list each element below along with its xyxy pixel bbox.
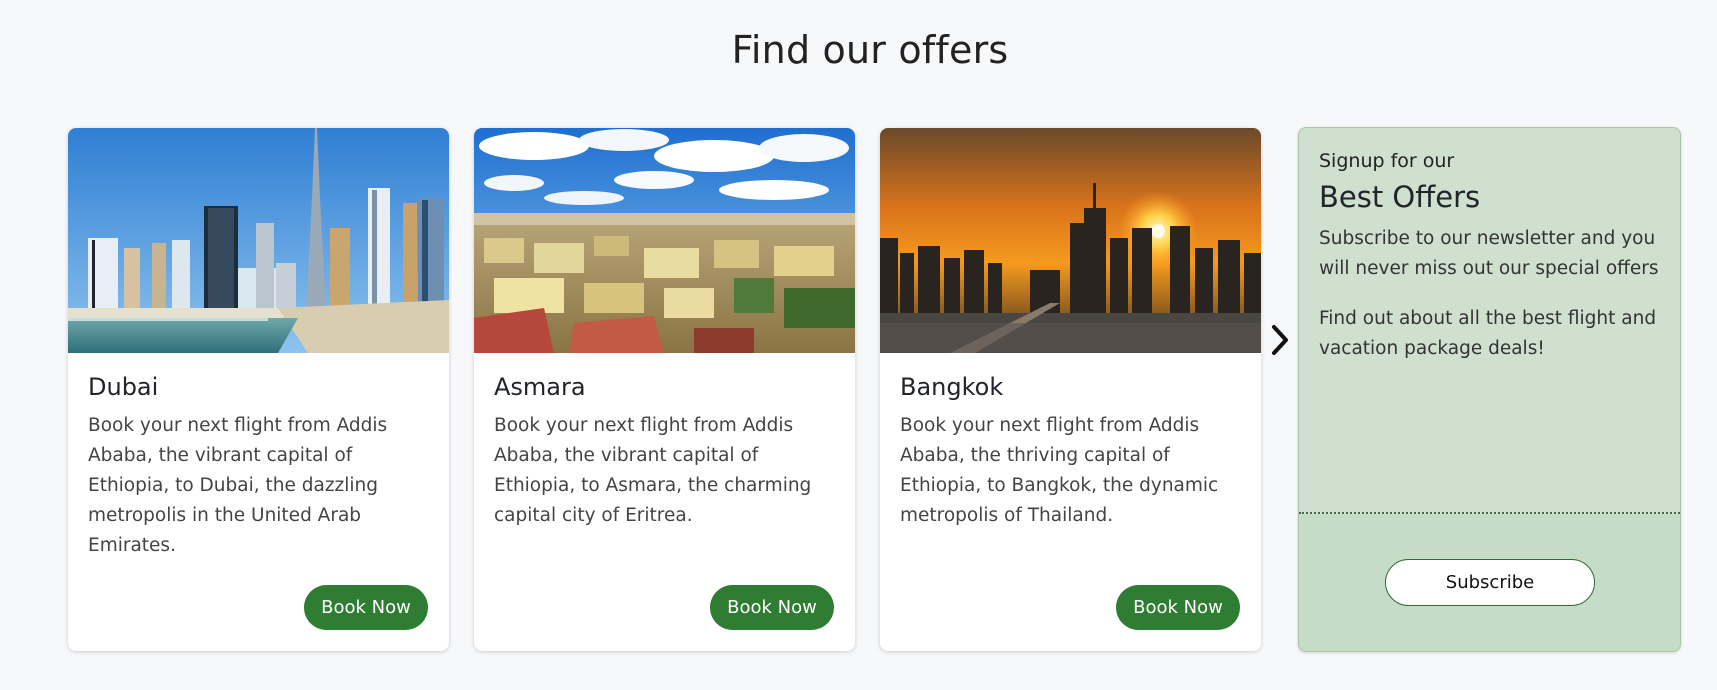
book-now-button[interactable]: Book Now: [1116, 585, 1240, 630]
signup-description: Subscribe to our newsletter and you will…: [1319, 228, 1659, 279]
section-title: Find our offers: [731, 28, 1009, 72]
card-title: Bangkok: [900, 373, 1004, 401]
book-now-button[interactable]: Book Now: [304, 585, 428, 630]
subscribe-button[interactable]: Subscribe: [1385, 559, 1595, 606]
signup-deals-text: Find out about all the best flight and v…: [1319, 308, 1657, 359]
offer-card-asmara: Asmara Book your next flight from Addis …: [474, 128, 855, 651]
offers-section: Find our offers Dubai Book your next fli…: [0, 0, 1717, 690]
card-description: Book your next flight from Addis Ababa, …: [88, 415, 388, 556]
signup-kicker: Signup for our: [1319, 150, 1455, 172]
signup-title: Best Offers: [1319, 180, 1481, 214]
bangkok-sunset-image: [880, 128, 1261, 353]
offer-card-dubai: Dubai Book your next flight from Addis A…: [68, 128, 449, 651]
chevron-right-icon[interactable]: [1268, 320, 1292, 360]
newsletter-signup-panel: Signup for our Best Offers Subscribe to …: [1298, 127, 1681, 652]
card-title: Dubai: [88, 373, 159, 401]
dubai-skyline-image: [68, 128, 449, 353]
book-now-button[interactable]: Book Now: [710, 585, 834, 630]
offer-card-bangkok: Bangkok Book your next flight from Addis…: [880, 128, 1261, 651]
card-description: Book your next flight from Addis Ababa, …: [900, 415, 1219, 526]
asmara-city-image: [474, 128, 855, 353]
card-description: Book your next flight from Addis Ababa, …: [494, 415, 812, 526]
card-title: Asmara: [494, 373, 586, 401]
